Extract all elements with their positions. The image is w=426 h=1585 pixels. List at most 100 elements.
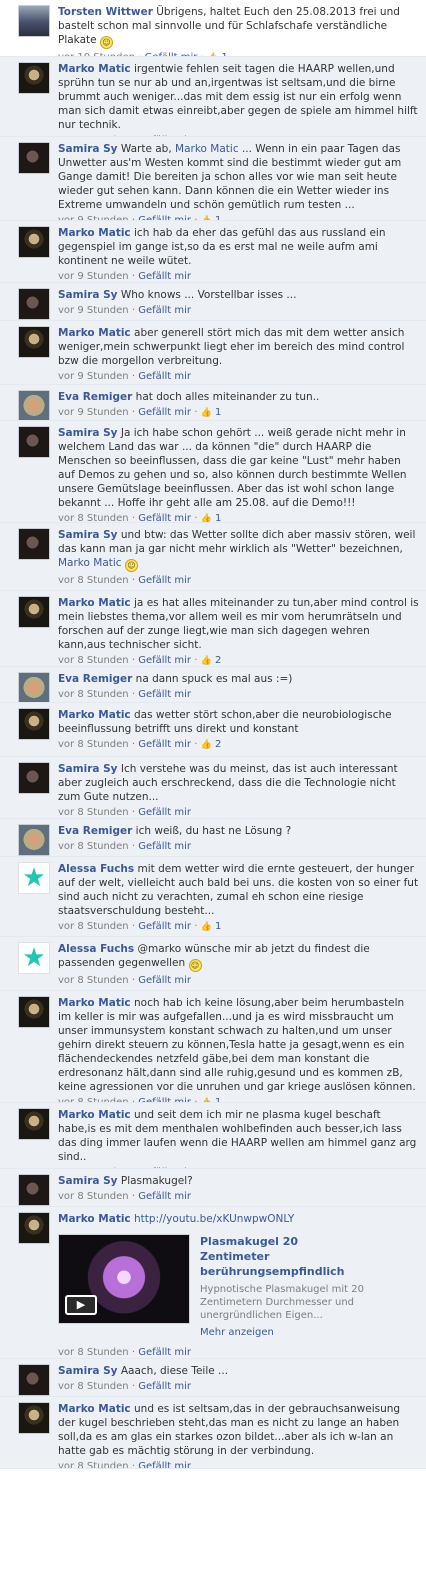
comment-text-block: Marko Matic und seit dem ich mir ne plas… [58,1108,420,1164]
comment-timestamp[interactable]: vor 8 Stunden [58,1191,129,1202]
comment-author[interactable]: Marko Matic [58,227,131,239]
comment-timestamp[interactable]: vor 9 Stunden [58,371,129,382]
comment-author[interactable]: Samira Sy [58,1365,118,1377]
like-link[interactable]: Gefällt mir [138,921,191,932]
comment-timestamp[interactable]: vor 9 Stunden [58,271,129,282]
comment-author[interactable]: Marko Matic [58,63,131,75]
comment-author[interactable]: Alessa Fuchs [58,943,134,955]
avatar[interactable] [18,288,50,320]
comment-timestamp[interactable]: vor 8 Stunden [58,655,129,666]
like-link[interactable]: Gefällt mir [138,371,191,382]
comment-author[interactable]: Marko Matic [58,597,131,609]
like-link[interactable]: Gefällt mir [138,271,191,282]
like-link[interactable]: Gefällt mir [138,739,191,750]
avatar[interactable] [18,1108,50,1140]
comment-link[interactable]: http://youtu.be/xKUnwpwONLY [134,1213,294,1225]
comment-timestamp[interactable]: vor 8 Stunden [58,1347,129,1358]
comment-author[interactable]: Marko Matic [58,327,131,339]
like-count[interactable]: 1 [215,407,221,418]
comment-timestamp[interactable]: vor 8 Stunden [58,1461,129,1468]
like-link[interactable]: Gefällt mir [138,689,191,700]
comment-author[interactable]: Eva Remiger [58,391,132,403]
like-link[interactable]: Gefällt mir [138,1381,191,1392]
comment-timestamp[interactable]: vor 8 Stunden [58,807,129,818]
avatar[interactable] [18,426,50,458]
avatar[interactable] [18,762,50,794]
avatar[interactable]: ★ [18,942,50,974]
avatar[interactable]: ★ [18,862,50,894]
avatar[interactable] [18,596,50,628]
comment-text-block: Eva Remiger ich weiß, du hast ne Lösung … [58,824,420,838]
avatar[interactable] [18,528,50,560]
comment-author[interactable]: Marko Matic [58,997,131,1009]
comment-timestamp[interactable]: vor 8 Stunden [58,1381,129,1392]
comment-feed: Torsten Wittwer Übrigens, haltet Euch de… [0,0,426,1585]
like-count[interactable]: 2 [215,739,221,750]
comment-timestamp[interactable]: vor 8 Stunden [58,689,129,700]
like-count[interactable]: 1 [215,921,221,932]
comment-timestamp[interactable]: vor 8 Stunden [58,575,129,586]
avatar[interactable] [18,5,50,37]
comment-author[interactable]: Samira Sy [58,143,118,155]
avatar[interactable] [18,1212,50,1244]
video-thumbnail[interactable]: ▶ [58,1234,190,1324]
avatar[interactable] [18,1364,50,1396]
like-link[interactable]: Gefällt mir [138,305,191,316]
mention-link[interactable]: Marko Matic [58,557,122,569]
avatar[interactable] [18,142,50,174]
like-link[interactable]: Gefällt mir [138,655,191,666]
comment-author[interactable]: Torsten Wittwer [58,6,153,18]
comment-timestamp[interactable]: vor 9 Stunden [58,305,129,316]
avatar[interactable] [18,390,50,420]
show-more-link[interactable]: Mehr anzeigen [200,1326,370,1340]
comment-author[interactable]: Samira Sy [58,289,118,301]
video-title-link[interactable]: Plasmakugel 20 Zentimeter berührungsempf… [200,1234,370,1279]
comment-text: noch hab ich keine lösung,aber beim heru… [58,997,416,1093]
comment-body: Eva Remiger ich weiß, du hast ne Lösung … [58,824,420,856]
comment-author[interactable]: Alessa Fuchs [58,863,134,875]
avatar[interactable] [18,1402,50,1434]
comment: Eva Remiger hat doch alles miteinander z… [0,385,426,421]
avatar[interactable] [18,226,50,258]
like-link[interactable]: Gefällt mir [138,575,191,586]
comment-author[interactable]: Eva Remiger [58,825,132,837]
like-link[interactable]: Gefällt mir [138,1191,191,1202]
like-count[interactable]: 2 [215,655,221,666]
comment-meta: vor 9 Stunden · Gefällt mir [58,370,420,384]
avatar[interactable] [18,672,50,702]
comment-author[interactable]: Samira Sy [58,427,118,439]
like-count[interactable]: 1 [215,513,221,522]
comment-timestamp[interactable]: vor 8 Stunden [58,841,129,852]
mention-link[interactable]: Marko Matic [175,143,239,155]
comment: Marko Matic ich hab da eher das gefühl d… [0,221,426,283]
comment: Marko Matic und seit dem ich mir ne plas… [0,1103,426,1169]
comment-timestamp[interactable]: vor 9 Stunden [58,407,129,418]
comment-author[interactable]: Samira Sy [58,529,118,541]
avatar[interactable] [18,62,50,94]
avatar[interactable] [18,824,50,856]
like-link[interactable]: Gefällt mir [138,513,191,522]
comment-author[interactable]: Marko Matic [58,1213,131,1225]
comment-author[interactable]: Eva Remiger [58,673,132,685]
like-link[interactable]: Gefällt mir [138,841,191,852]
like-link[interactable]: Gefällt mir [138,807,191,818]
avatar[interactable] [18,1174,50,1206]
comment: Samira Sy Ja ich habe schon gehört ... w… [0,421,426,523]
like-link[interactable]: Gefällt mir [138,407,191,418]
avatar[interactable] [18,708,50,740]
comment-author[interactable]: Samira Sy [58,1175,118,1187]
like-link[interactable]: Gefällt mir [138,975,191,986]
comment-author[interactable]: Marko Matic [58,709,131,721]
comment-author[interactable]: Marko Matic [58,1403,131,1415]
avatar[interactable] [18,996,50,1028]
play-icon[interactable]: ▶ [65,1295,97,1315]
comment-timestamp[interactable]: vor 8 Stunden [58,975,129,986]
comment-timestamp[interactable]: vor 8 Stunden [58,921,129,932]
avatar[interactable] [18,326,50,358]
comment-author[interactable]: Samira Sy [58,763,118,775]
like-link[interactable]: Gefällt mir [138,1347,191,1358]
comment-timestamp[interactable]: vor 8 Stunden [58,739,129,750]
comment-author[interactable]: Marko Matic [58,1109,131,1121]
like-link[interactable]: Gefällt mir [138,1461,191,1468]
comment-timestamp[interactable]: vor 8 Stunden [58,513,129,522]
